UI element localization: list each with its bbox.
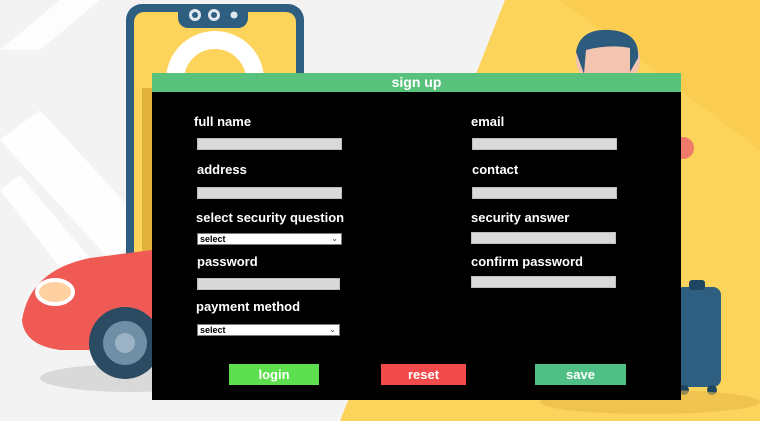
address-label: address (197, 162, 247, 177)
login-button[interactable]: login (229, 364, 319, 385)
signup-window: sign up full name address select securit… (152, 73, 681, 400)
address-input[interactable] (197, 187, 342, 199)
payment-method-select[interactable]: select ⌄ (197, 324, 340, 336)
confirm-password-label: confirm password (471, 254, 583, 269)
contact-label: contact (472, 162, 519, 177)
security-question-value: select (200, 234, 226, 244)
payment-method-label: payment method (196, 299, 301, 314)
full-name-input[interactable] (197, 138, 342, 150)
contact-input[interactable] (472, 187, 617, 199)
chevron-down-icon: ⌄ (329, 325, 336, 334)
security-answer-label: security answer (471, 210, 570, 225)
security-question-label: select security question (196, 210, 345, 225)
password-input[interactable] (197, 278, 340, 290)
password-label: password (197, 254, 258, 269)
full-name-label: full name (194, 114, 252, 129)
security-question-select[interactable]: select ⌄ (197, 233, 342, 245)
security-answer-input[interactable] (471, 232, 616, 244)
payment-method-value: select (200, 325, 226, 335)
email-label: email (471, 114, 505, 129)
confirm-password-input[interactable] (471, 276, 616, 288)
reset-button[interactable]: reset (381, 364, 466, 385)
window-title: sign up (152, 73, 681, 92)
save-button[interactable]: save (535, 364, 626, 385)
chevron-down-icon: ⌄ (331, 234, 338, 243)
email-input[interactable] (472, 138, 617, 150)
